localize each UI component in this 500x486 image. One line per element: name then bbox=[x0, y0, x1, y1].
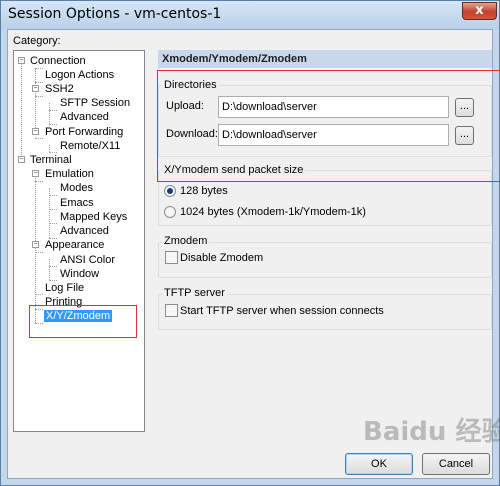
ok-button[interactable]: OK bbox=[345, 453, 413, 475]
radio-128-bytes[interactable] bbox=[164, 185, 176, 197]
page-header: Xmodem/Ymodem/Zmodem bbox=[158, 50, 492, 68]
tree-item-advanced[interactable]: Advanced bbox=[60, 224, 109, 238]
collapse-icon[interactable]: − bbox=[18, 156, 25, 163]
directories-highlight-box bbox=[157, 70, 500, 182]
start-tftp-checkbox[interactable] bbox=[165, 304, 178, 317]
tree-item-terminal[interactable]: Terminal bbox=[30, 153, 72, 167]
collapse-icon[interactable]: − bbox=[32, 128, 39, 135]
cancel-button[interactable]: Cancel bbox=[422, 453, 490, 475]
category-label: Category: bbox=[13, 35, 61, 47]
tree-item-modes[interactable]: Modes bbox=[60, 181, 93, 195]
tree-item-sftp-session[interactable]: SFTP Session bbox=[60, 96, 130, 110]
radio-1024-bytes[interactable] bbox=[164, 206, 176, 218]
tftp-group-title: TFTP server bbox=[162, 287, 227, 299]
tree-item-window[interactable]: Window bbox=[60, 267, 99, 281]
close-button[interactable]: x bbox=[462, 2, 497, 20]
tree-item-ssh2[interactable]: SSH2 bbox=[45, 82, 74, 96]
start-tftp-label[interactable]: Start TFTP server when session connects bbox=[180, 305, 384, 317]
tree-highlight-box bbox=[29, 305, 137, 338]
tree-item-port-forwarding[interactable]: Port Forwarding bbox=[45, 125, 123, 139]
tree-item-emulation[interactable]: Emulation bbox=[45, 167, 94, 181]
tree-item-advanced[interactable]: Advanced bbox=[60, 110, 109, 124]
window-title: Session Options - vm-centos-1 bbox=[8, 6, 222, 22]
collapse-icon[interactable]: − bbox=[32, 85, 39, 92]
title-bar[interactable]: Session Options - vm-centos-1 x bbox=[1, 1, 499, 29]
tree-item-connection[interactable]: Connection bbox=[30, 54, 86, 68]
collapse-icon[interactable]: − bbox=[32, 241, 39, 248]
tree-item-ansi-color[interactable]: ANSI Color bbox=[60, 253, 115, 267]
radio-1024-bytes-label[interactable]: 1024 bytes (Xmodem-1k/Ymodem-1k) bbox=[180, 206, 366, 218]
collapse-icon[interactable]: − bbox=[18, 57, 25, 64]
zmodem-group-title: Zmodem bbox=[162, 235, 210, 247]
tree-item-remote-x11[interactable]: Remote/X11 bbox=[60, 139, 120, 153]
collapse-icon[interactable]: − bbox=[32, 170, 39, 177]
category-tree[interactable]: − Connection Logon Actions − SSH2 SFTP S… bbox=[13, 50, 145, 432]
disable-zmodem-label[interactable]: Disable Zmodem bbox=[180, 252, 263, 264]
session-options-window: Session Options - vm-centos-1 x Category… bbox=[0, 0, 500, 486]
tree-item-log-file[interactable]: Log File bbox=[45, 281, 84, 295]
tree-item-emacs[interactable]: Emacs bbox=[60, 196, 94, 210]
tree-item-appearance[interactable]: Appearance bbox=[45, 238, 104, 252]
radio-128-bytes-label[interactable]: 128 bytes bbox=[180, 185, 228, 197]
tree-item-logon-actions[interactable]: Logon Actions bbox=[45, 68, 114, 82]
disable-zmodem-checkbox[interactable] bbox=[165, 251, 178, 264]
baidu-watermark: Baidu 经验 bbox=[363, 417, 500, 447]
tree-item-mapped-keys[interactable]: Mapped Keys bbox=[60, 210, 127, 224]
